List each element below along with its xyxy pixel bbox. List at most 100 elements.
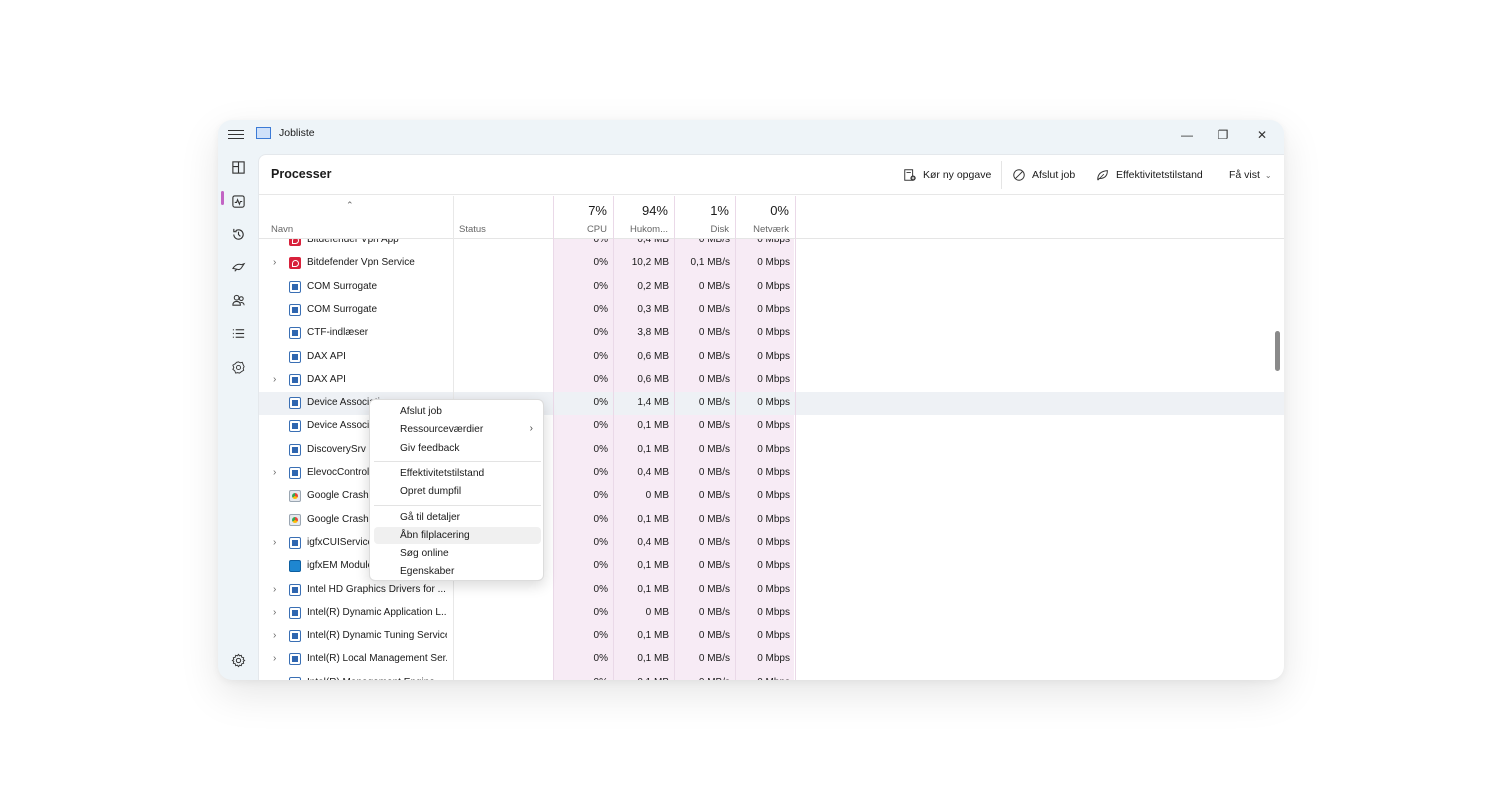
menu-item[interactable]: Søg online	[374, 545, 541, 562]
expand-chevron-icon[interactable]: ›	[273, 584, 276, 595]
process-cpu-value: 0%	[593, 467, 608, 478]
column-header-memory[interactable]: 94% Hukom...	[613, 196, 674, 239]
table-row[interactable]: › Bitdefender Vpn Service 0% 10,2 MB 0,1 MB/…	[259, 252, 1284, 275]
column-header-disk[interactable]: 1% Disk	[674, 196, 735, 239]
task-manager-logo-icon	[256, 127, 271, 139]
menu-item[interactable]: Opret dumpfil	[374, 483, 541, 500]
column-header-network[interactable]: 0% Netværk	[735, 196, 795, 239]
sidebar-item-performance[interactable]	[224, 188, 252, 214]
column-header-cpu[interactable]: 7% CPU	[553, 196, 613, 239]
menu-item[interactable]: Afslut job	[374, 403, 541, 420]
process-cpu-value: 0%	[593, 239, 608, 245]
process-mem-value: 0,1 MB	[637, 583, 669, 595]
google-crash-icon	[289, 513, 301, 526]
expand-chevron-icon[interactable]: ›	[273, 607, 276, 618]
menu-item[interactable]: Giv feedback	[374, 440, 541, 457]
process-mem-value: 0,6 MB	[637, 350, 669, 362]
process-icon	[289, 630, 301, 643]
menu-icon[interactable]	[228, 127, 244, 143]
column-header-status[interactable]: Status	[453, 196, 553, 239]
table-row[interactable]: DAX API 0% 0,6 MB 0 MB/s 0 Mbps	[259, 346, 1284, 369]
settings-button[interactable]	[224, 647, 252, 673]
expand-chevron-icon[interactable]: ›	[273, 374, 276, 385]
run-new-task-button[interactable]: Kør ny opgave	[903, 163, 991, 187]
users-icon	[231, 294, 245, 306]
table-row[interactable]: Bitdefender Vpn App 0% 0,4 MB 0 MB/s 0 Mbps	[259, 239, 1284, 252]
restore-button[interactable]: ❐	[1209, 124, 1237, 146]
expand-chevron-icon[interactable]: ›	[273, 257, 276, 268]
table-header: ⌃ Navn Status 7% CPU 94% Hukom... 1% Dis…	[259, 196, 1284, 239]
process-disk-value: 0 MB/s	[698, 536, 730, 548]
process-net-value: 0 Mbps	[757, 583, 790, 595]
process-name: Intel HD Graphics Drivers for ...	[307, 583, 446, 595]
scrollbar-thumb[interactable]	[1275, 331, 1280, 371]
process-disk-value: 0 MB/s	[698, 653, 730, 665]
process-name: DiscoverySrv (	[307, 443, 373, 455]
menu-item[interactable]: Gå til detaljer	[374, 509, 541, 526]
minimize-button[interactable]: —	[1173, 124, 1201, 146]
network-label: Netværk	[753, 224, 789, 235]
process-net-value: 0 Mbps	[757, 239, 790, 245]
sidebar-item-startup[interactable]	[224, 254, 252, 280]
close-button[interactable]: ✕	[1248, 124, 1276, 146]
menu-item-label: Ressourceværdier	[400, 424, 484, 436]
view-menu-button[interactable]: Få vist ⌄	[1229, 163, 1272, 187]
menu-item-label: Åbn filplacering	[400, 529, 470, 541]
table-row[interactable]: COM Surrogate 0% 0,3 MB 0 MB/s 0 Mbps	[259, 299, 1284, 322]
cpu-label: CPU	[586, 224, 607, 235]
process-cpu-value: 0%	[593, 350, 608, 362]
process-icon	[289, 536, 301, 549]
efficiency-mode-label: Effektivitetstilstand	[1116, 169, 1203, 181]
process-icon	[289, 350, 301, 363]
run-task-icon	[904, 169, 916, 181]
expand-chevron-icon[interactable]: ›	[273, 630, 276, 641]
process-net-value: 0 Mbps	[757, 420, 790, 432]
menu-item[interactable]: Egenskaber	[374, 563, 541, 580]
sidebar-item-users[interactable]	[224, 287, 252, 313]
expand-chevron-icon[interactable]: ›	[273, 537, 276, 548]
table-row[interactable]: › Intel(R) Dynamic Application L... 0% 0 MB…	[259, 602, 1284, 625]
sidebar-item-app-history[interactable]	[224, 221, 252, 247]
process-net-value: 0 Mbps	[757, 327, 790, 339]
process-name: COM Surrogate	[307, 303, 378, 315]
table-row[interactable]: CTF-indlæser 0% 3,8 MB 0 MB/s 0 Mbps	[259, 322, 1284, 345]
column-header-name[interactable]: Navn	[259, 196, 453, 239]
process-icon	[289, 373, 301, 386]
process-net-value: 0 Mbps	[757, 303, 790, 315]
process-disk-value: 0 MB/s	[698, 350, 730, 362]
process-name: DAX API	[307, 373, 346, 385]
sidebar-item-details[interactable]	[224, 320, 252, 346]
menu-item[interactable]: Effektivitetstilstand	[374, 465, 541, 482]
process-net-value: 0 Mbps	[757, 490, 790, 502]
menu-item[interactable]: Åbn filplacering	[374, 526, 541, 544]
menu-separator	[374, 504, 541, 506]
process-icon	[289, 583, 301, 596]
table-row[interactable]: COM Surrogate 0% 0,2 MB 0 MB/s 0 Mbps	[259, 276, 1284, 299]
toolbar-divider	[1001, 161, 1002, 189]
expand-chevron-icon[interactable]: ›	[273, 467, 276, 478]
process-net-value: 0 Mbps	[757, 350, 790, 362]
sidebar-item-services[interactable]	[224, 354, 252, 380]
efficiency-mode-button[interactable]: Effektivitetstilstand	[1096, 163, 1203, 187]
table-row[interactable]: › DAX API 0% 0,6 MB 0 MB/s 0 Mbps	[259, 369, 1284, 392]
process-mem-value: 0,3 MB	[637, 303, 669, 315]
process-cpu-value: 0%	[593, 303, 608, 315]
process-mem-value: 0 MB	[645, 606, 669, 618]
expand-chevron-icon[interactable]: ›	[273, 653, 276, 664]
table-row[interactable]: › Intel(R) Local Management Ser... 0% 0,1 M…	[259, 648, 1284, 671]
end-task-button[interactable]: Afslut job	[1012, 163, 1075, 187]
process-net-value: 0 Mbps	[757, 653, 790, 665]
process-cpu-value: 0%	[593, 630, 608, 642]
menu-item-label: Søg online	[400, 548, 449, 560]
process-cpu-value: 0%	[593, 653, 608, 665]
table-row[interactable]: › Intel HD Graphics Drivers for ... 0% 0,1 …	[259, 579, 1284, 602]
expand-chevron-icon[interactable]: ›	[273, 677, 276, 680]
page-title: Processer	[271, 167, 332, 181]
menu-item[interactable]: Ressourceværdier ›	[374, 421, 541, 438]
menu-item-label: Afslut job	[400, 406, 442, 417]
process-mem-value: 10,2 MB	[631, 257, 669, 269]
table-row[interactable]: › Intel(R) Management Engine ... 0% 0,1 MB 0…	[259, 672, 1284, 680]
chevron-right-icon: ›	[529, 423, 533, 435]
sidebar-item-processes[interactable]	[224, 154, 252, 180]
table-row[interactable]: › Intel(R) Dynamic Tuning Service 0% 0,1 MB…	[259, 625, 1284, 648]
